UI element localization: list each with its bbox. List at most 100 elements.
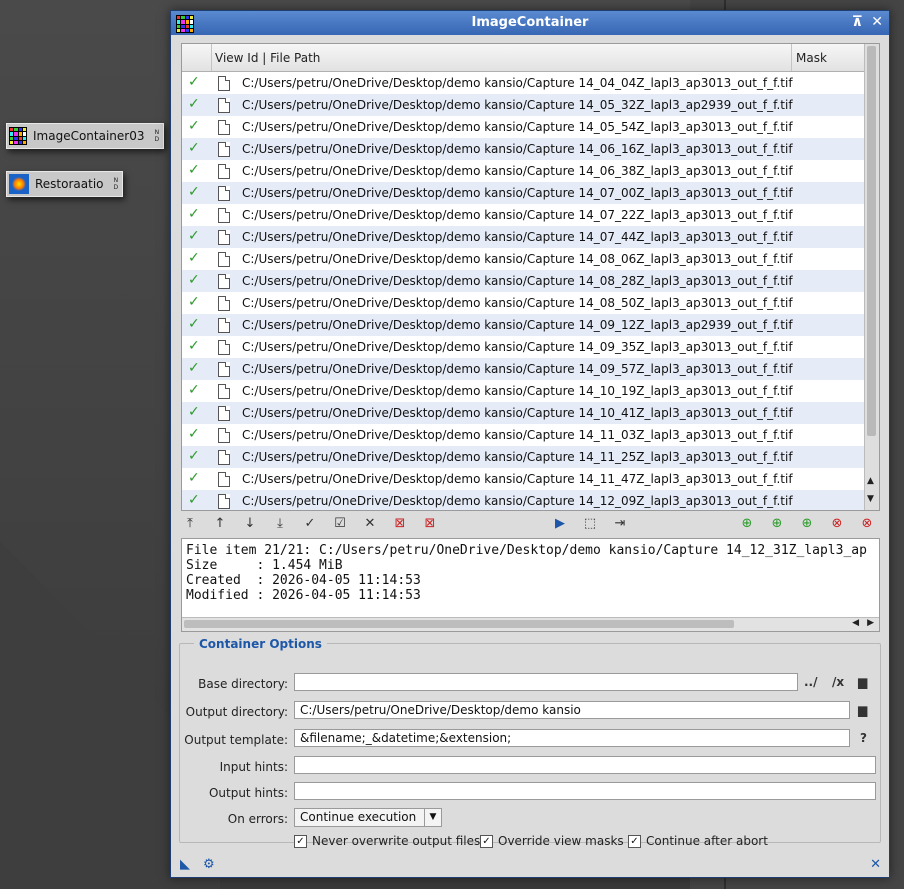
checkmark-icon[interactable]: ✓ xyxy=(188,492,200,508)
table-row[interactable]: ✓ C:/Users/petru/OneDrive/Desktop/demo ka… xyxy=(182,72,865,94)
checkmark-icon[interactable]: ✓ xyxy=(188,250,200,266)
table-row[interactable]: ✓ C:/Users/petru/OneDrive/Desktop/demo ka… xyxy=(182,490,865,510)
move-down-icon[interactable]: ↓ xyxy=(241,516,259,531)
file-icon xyxy=(218,406,230,421)
add-folder-icon[interactable]: ⊕ xyxy=(738,516,756,531)
table-row[interactable]: ✓ C:/Users/petru/OneDrive/Desktop/demo ka… xyxy=(182,380,865,402)
checkmark-icon[interactable]: ✓ xyxy=(188,316,200,332)
folder-icon[interactable]: ▆ xyxy=(858,703,867,717)
checkbox-box[interactable]: ✓ xyxy=(294,834,307,848)
new-instance-icon[interactable]: ◣ xyxy=(180,857,190,872)
check-icon[interactable]: ✓ xyxy=(301,516,319,531)
checkmark-icon[interactable]: ✓ xyxy=(188,184,200,200)
table-row[interactable]: ✓ C:/Users/petru/OneDrive/Desktop/demo ka… xyxy=(182,336,865,358)
checkmark-icon[interactable]: ✓ xyxy=(188,360,200,376)
scrollbar-thumb[interactable] xyxy=(184,620,734,628)
output-template-field[interactable]: &filename;_&datetime;&extension; xyxy=(294,729,850,747)
checkbox-box[interactable]: ✓ xyxy=(628,834,641,848)
export-icon[interactable]: ⇥ xyxy=(611,516,629,531)
table-row[interactable]: ✓ C:/Users/petru/OneDrive/Desktop/demo ka… xyxy=(182,358,865,380)
chevron-down-icon[interactable]: ▼ xyxy=(424,809,441,826)
gear-icon[interactable]: ⚙ xyxy=(203,857,215,872)
table-row[interactable]: ✓ C:/Users/petru/OneDrive/Desktop/demo ka… xyxy=(182,204,865,226)
remove-folder-icon[interactable]: ⊗ xyxy=(828,516,846,531)
table-row[interactable]: ✓ C:/Users/petru/OneDrive/Desktop/demo ka… xyxy=(182,94,865,116)
add-view-icon[interactable]: ⊕ xyxy=(768,516,786,531)
checkmark-icon[interactable]: ✓ xyxy=(188,382,200,398)
header-check-column[interactable] xyxy=(182,44,212,71)
on-errors-select[interactable]: Continue execution ▼ xyxy=(294,808,442,827)
table-row[interactable]: ✓ C:/Users/petru/OneDrive/Desktop/demo ka… xyxy=(182,248,865,270)
move-to-bottom-icon[interactable]: ⤓ xyxy=(271,516,289,531)
help-icon[interactable]: ? xyxy=(860,731,867,745)
file-list-scrollbar[interactable]: ▲ ▼ xyxy=(864,44,879,510)
table-row[interactable]: ✓ C:/Users/petru/OneDrive/Desktop/demo ka… xyxy=(182,292,865,314)
reset-icon[interactable]: ✕ xyxy=(870,857,881,872)
scroll-right-icon[interactable]: ▶ xyxy=(867,618,874,628)
base-directory-field[interactable] xyxy=(294,673,798,691)
close-window-button[interactable]: ✕ xyxy=(871,14,883,30)
folder-icon[interactable]: ▆ xyxy=(858,675,867,689)
move-up-icon[interactable]: ↑ xyxy=(211,516,229,531)
scrollbar-thumb[interactable] xyxy=(867,46,876,436)
checkmark-icon[interactable]: ✓ xyxy=(188,140,200,156)
checkmark-icon[interactable]: ✓ xyxy=(188,206,200,222)
table-row[interactable]: ✓ C:/Users/petru/OneDrive/Desktop/demo ka… xyxy=(182,182,865,204)
checkmark-icon[interactable]: ✓ xyxy=(188,272,200,288)
checkmark-icon[interactable]: ✓ xyxy=(188,294,200,310)
output-hints-field[interactable] xyxy=(294,782,876,800)
move-to-top-icon[interactable]: ⤒ xyxy=(181,516,199,531)
table-row[interactable]: ✓ C:/Users/petru/OneDrive/Desktop/demo ka… xyxy=(182,138,865,160)
scroll-down-icon[interactable]: ▼ xyxy=(867,494,874,504)
file-list[interactable]: View Id | File Path Mask ✓ C:/Users/petru… xyxy=(181,43,880,511)
desktop-icon-imagecontainer[interactable]: ImageContainer03 ND xyxy=(6,123,165,149)
table-row[interactable]: ✓ C:/Users/petru/OneDrive/Desktop/demo ka… xyxy=(182,270,865,292)
checkmark-icon[interactable]: ✓ xyxy=(188,74,200,90)
checkbox-box[interactable]: ✓ xyxy=(480,834,493,848)
header-mask[interactable]: Mask xyxy=(796,51,827,65)
base-directory-clear-button[interactable]: /x xyxy=(832,675,844,689)
scroll-left-icon[interactable]: ◀ xyxy=(852,618,859,628)
table-row[interactable]: ✓ C:/Users/petru/OneDrive/Desktop/demo ka… xyxy=(182,468,865,490)
table-row[interactable]: ✓ C:/Users/petru/OneDrive/Desktop/demo ka… xyxy=(182,424,865,446)
output-directory-field[interactable]: C:/Users/petru/OneDrive/Desktop/demo kan… xyxy=(294,701,850,719)
checkmark-icon[interactable]: ✓ xyxy=(188,404,200,420)
scroll-up-icon[interactable]: ▲ xyxy=(867,476,874,486)
file-icon xyxy=(218,296,230,311)
table-row[interactable]: ✓ C:/Users/petru/OneDrive/Desktop/demo ka… xyxy=(182,446,865,468)
check-all-icon[interactable]: ☑ xyxy=(331,516,349,531)
base-directory-up-button[interactable]: ../ xyxy=(804,675,818,689)
table-row[interactable]: ✓ C:/Users/petru/OneDrive/Desktop/demo ka… xyxy=(182,160,865,182)
add-file-icon[interactable]: ⊕ xyxy=(798,516,816,531)
execute-icon[interactable]: ▶ xyxy=(551,516,569,531)
input-hints-field[interactable] xyxy=(294,756,876,774)
options-legend[interactable]: Container Options xyxy=(194,637,327,651)
desktop-icon-nd: ND xyxy=(154,129,160,143)
table-row[interactable]: ✓ C:/Users/petru/OneDrive/Desktop/demo ka… xyxy=(182,314,865,336)
remove-icon[interactable]: ⊠ xyxy=(391,516,409,531)
table-row[interactable]: ✓ C:/Users/petru/OneDrive/Desktop/demo ka… xyxy=(182,116,865,138)
checkmark-icon[interactable]: ✓ xyxy=(188,470,200,486)
remove-all-icon[interactable]: ⊠ xyxy=(421,516,439,531)
checkmark-icon[interactable]: ✓ xyxy=(188,162,200,178)
uncheck-icon[interactable]: ✕ xyxy=(361,516,379,531)
shade-window-button[interactable]: ⊼ xyxy=(852,14,863,30)
select-icon[interactable]: ⬚ xyxy=(581,516,599,531)
checkmark-icon[interactable]: ✓ xyxy=(188,228,200,244)
table-row[interactable]: ✓ C:/Users/petru/OneDrive/Desktop/demo ka… xyxy=(182,226,865,248)
checkmark-icon[interactable]: ✓ xyxy=(188,426,200,442)
checkmark-icon[interactable]: ✓ xyxy=(188,448,200,464)
checkmark-icon[interactable]: ✓ xyxy=(188,96,200,112)
window-titlebar[interactable]: ImageContainer ⊼ ✕ xyxy=(171,11,889,35)
header-view-id-path[interactable]: View Id | File Path xyxy=(215,51,320,65)
checkmark-icon[interactable]: ✓ xyxy=(188,118,200,134)
remove-view-icon[interactable]: ⊗ xyxy=(858,516,876,531)
checkmark-icon[interactable]: ✓ xyxy=(188,338,200,354)
table-row[interactable]: ✓ C:/Users/petru/OneDrive/Desktop/demo ka… xyxy=(182,402,865,424)
never-overwrite-checkbox[interactable]: ✓ Never overwrite output files xyxy=(294,834,480,848)
file-icon xyxy=(218,274,230,289)
desktop-icon-restoraatio[interactable]: Restoraatio ND xyxy=(6,171,124,197)
override-masks-checkbox[interactable]: ✓ Override view masks xyxy=(480,834,624,848)
info-scrollbar[interactable]: ◀ ▶ xyxy=(182,617,879,631)
continue-abort-checkbox[interactable]: ✓ Continue after abort xyxy=(628,834,768,848)
